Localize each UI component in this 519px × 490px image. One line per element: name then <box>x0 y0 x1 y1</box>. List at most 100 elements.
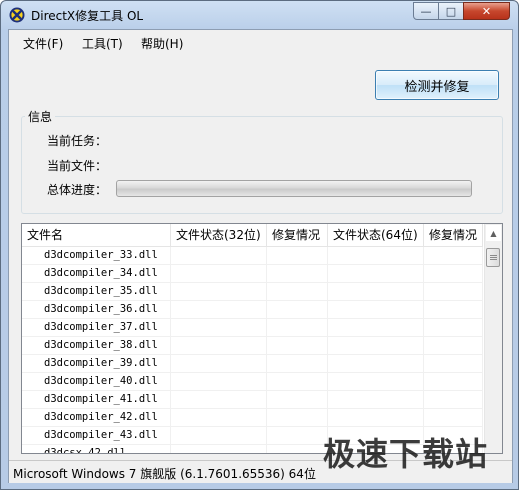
status-cell <box>171 391 267 408</box>
column-header-status-32[interactable]: 文件状态(32位) <box>171 224 267 246</box>
client-area: 文件(F) 工具(T) 帮助(H) 检测并修复 信息 当前任务： 当前文件： 总… <box>8 29 513 483</box>
directx-icon <box>9 7 25 23</box>
info-group-label: 信息 <box>25 108 56 125</box>
grip-line <box>490 259 497 260</box>
column-header-status-64[interactable]: 文件状态(64位) <box>328 224 424 246</box>
status-cell <box>267 355 328 372</box>
vertical-scrollbar[interactable]: ▲ <box>484 224 502 453</box>
status-cell <box>328 283 424 300</box>
filename-cell: d3dcompiler_33.dll <box>22 247 171 264</box>
detect-repair-button[interactable]: 检测并修复 <box>375 70 499 100</box>
status-cell <box>328 301 424 318</box>
status-cell <box>171 247 267 264</box>
filename-cell: d3dcompiler_34.dll <box>22 265 171 282</box>
grip-line <box>490 257 497 258</box>
filename-cell: d3dcompiler_38.dll <box>22 337 171 354</box>
column-header-repair-32[interactable]: 修复情况 <box>267 224 328 246</box>
title-bar[interactable]: DirectX修复工具 OL — □ ✕ <box>1 1 518 29</box>
status-cell <box>328 409 424 426</box>
table-row[interactable]: d3dcompiler_37.dll <box>22 319 483 337</box>
menu-tools[interactable]: 工具(T) <box>82 35 123 52</box>
menu-file[interactable]: 文件(F) <box>23 35 63 52</box>
filename-cell: d3dcsx_42.dll <box>22 445 171 453</box>
status-cell <box>171 355 267 372</box>
status-cell <box>171 265 267 282</box>
status-cell <box>328 265 424 282</box>
maximize-icon: □ <box>445 4 457 18</box>
status-cell <box>171 337 267 354</box>
menu-help[interactable]: 帮助(H) <box>141 35 183 52</box>
minimize-icon: — <box>420 4 432 18</box>
filename-cell: d3dcompiler_37.dll <box>22 319 171 336</box>
overall-progress-bar <box>116 180 472 197</box>
status-cell <box>171 409 267 426</box>
status-cell <box>424 283 483 300</box>
current-file-label: 当前文件： <box>47 159 108 173</box>
status-cell <box>424 373 483 390</box>
watermark-logo: 极速下载站 <box>323 435 489 473</box>
table-row[interactable]: d3dcompiler_33.dll <box>22 247 483 265</box>
status-cell <box>171 373 267 390</box>
column-header-filename[interactable]: 文件名 <box>22 224 171 246</box>
table-row[interactable]: d3dcompiler_39.dll <box>22 355 483 373</box>
status-cell <box>328 247 424 264</box>
status-cell <box>424 337 483 354</box>
table-row[interactable]: d3dcompiler_40.dll <box>22 373 483 391</box>
status-cell <box>267 283 328 300</box>
status-cell <box>267 427 328 444</box>
grip-line <box>490 255 497 256</box>
current-task-label: 当前任务： <box>47 134 108 148</box>
status-cell <box>267 391 328 408</box>
status-cell <box>171 283 267 300</box>
close-icon: ✕ <box>481 4 492 18</box>
status-cell <box>328 319 424 336</box>
scroll-up-icon[interactable]: ▲ <box>486 225 501 241</box>
table-row[interactable]: d3dcompiler_41.dll <box>22 391 483 409</box>
scroll-thumb[interactable] <box>486 248 500 267</box>
menu-bar: 文件(F) 工具(T) 帮助(H) <box>9 30 512 54</box>
status-cell <box>267 373 328 390</box>
file-list[interactable]: 文件名 文件状态(32位) 修复情况 文件状态(64位) 修复情况 d3dcom… <box>21 223 503 454</box>
status-cell <box>328 391 424 408</box>
maximize-button[interactable]: □ <box>438 2 464 20</box>
filename-cell: d3dcompiler_43.dll <box>22 427 171 444</box>
status-cell <box>267 265 328 282</box>
status-cell <box>424 391 483 408</box>
status-cell <box>267 319 328 336</box>
status-cell <box>171 427 267 444</box>
status-cell <box>328 355 424 372</box>
status-cell <box>267 301 328 318</box>
status-cell <box>328 337 424 354</box>
status-cell <box>171 445 267 453</box>
status-cell <box>267 247 328 264</box>
status-cell <box>424 247 483 264</box>
table-row[interactable]: d3dcompiler_35.dll <box>22 283 483 301</box>
app-window: DirectX修复工具 OL — □ ✕ 文件(F) 工具(T) 帮助(H) 检… <box>0 0 519 490</box>
status-cell <box>424 301 483 318</box>
table-row[interactable]: d3dcompiler_42.dll <box>22 409 483 427</box>
file-list-body: d3dcompiler_33.dll d3dcompiler_34.dll d3dc… <box>22 247 483 453</box>
window-title: DirectX修复工具 OL <box>31 9 144 23</box>
status-cell <box>267 337 328 354</box>
table-row[interactable]: d3dcompiler_38.dll <box>22 337 483 355</box>
filename-cell: d3dcompiler_36.dll <box>22 301 171 318</box>
file-list-header: 文件名 文件状态(32位) 修复情况 文件状态(64位) 修复情况 <box>22 224 483 247</box>
minimize-button[interactable]: — <box>413 2 439 20</box>
status-cell <box>171 301 267 318</box>
table-row[interactable]: d3dcompiler_36.dll <box>22 301 483 319</box>
filename-cell: d3dcompiler_41.dll <box>22 391 171 408</box>
status-cell <box>267 445 328 453</box>
filename-cell: d3dcompiler_39.dll <box>22 355 171 372</box>
os-version-status: Microsoft Windows 7 旗舰版 (6.1.7601.65536)… <box>13 467 316 481</box>
status-cell <box>424 355 483 372</box>
column-header-repair-64[interactable]: 修复情况 <box>424 224 483 246</box>
status-cell <box>424 409 483 426</box>
filename-cell: d3dcompiler_42.dll <box>22 409 171 426</box>
status-cell <box>171 319 267 336</box>
filename-cell: d3dcompiler_35.dll <box>22 283 171 300</box>
table-row[interactable]: d3dcompiler_34.dll <box>22 265 483 283</box>
status-cell <box>267 409 328 426</box>
close-button[interactable]: ✕ <box>463 2 510 20</box>
status-cell <box>424 265 483 282</box>
overall-progress-label: 总体进度： <box>47 183 108 197</box>
